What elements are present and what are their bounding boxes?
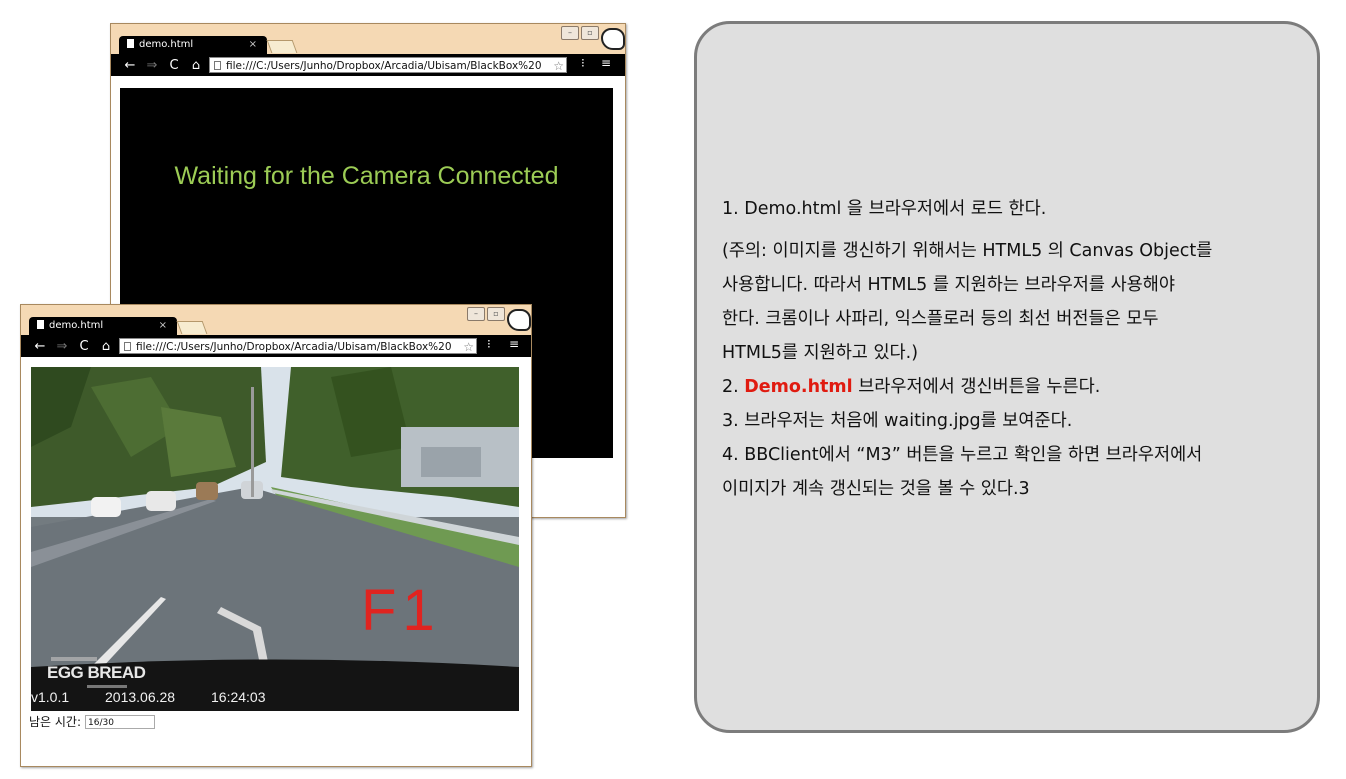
instruction-text: 1. Demo.html 을 브라우저에서 로드 한다. (주의: 이미지를 갱… [722,192,1312,506]
step-3: 3. 브라우저는 처음에 waiting.jpg를 보여준다. [722,411,1073,431]
maximize-button[interactable]: ▫ [581,26,599,40]
maximize-button[interactable]: ▫ [487,307,505,321]
address-bar[interactable]: file:///C:/Users/Junho/Dropbox/Arcadia/U… [119,338,477,354]
new-tab-button[interactable] [266,40,298,53]
camera-image: EGG BREAD F1 v1.0.1 2013.06.28 16:24:03 [31,367,519,711]
address-text: file:///C:/Users/Junho/Dropbox/Arcadia/U… [136,341,452,353]
document-icon [37,320,44,329]
remaining-time-label: 남은 시간: [29,715,82,729]
browser-window-camera: demo.html × – ▫ ← ⇒ C ⌂ file:///C:/Users… [20,304,532,767]
back-icon[interactable]: ← [29,339,51,354]
road-scene [31,367,519,711]
bookmark-star-icon[interactable]: ☆ [551,58,564,72]
date-label: 2013.06.28 [105,689,176,705]
browser-toolbar: ← ⇒ C ⌂ file:///C:/Users/Junho/Dropbox/A… [21,335,531,357]
remaining-time: 남은 시간: 16/30 [29,713,156,730]
step-2-prefix: 2. [722,377,745,397]
minimize-button[interactable]: – [561,26,579,40]
tab-strip: demo.html × – ▫ [111,24,625,54]
waiting-message: Waiting for the Camera Connected [174,162,559,190]
note-line-3: 한다. 크롬이나 사파리, 익스플로러 등의 최선 버전들은 모두 [722,309,1159,329]
tab-close-icon[interactable]: × [159,317,167,335]
menu-icon[interactable]: ≡ [601,56,611,70]
tab-demo-html[interactable]: demo.html × [119,36,267,54]
f1-overlay: F1 [361,578,441,643]
instruction-panel: 1. Demo.html 을 브라우저에서 로드 한다. (주의: 이미지를 갱… [694,21,1320,733]
page-icon [124,342,131,351]
note-line-4: HTML5를 지원하고 있다.) [722,343,919,363]
window-controls: – ▫ [559,26,599,40]
bookmark-star-icon[interactable]: ☆ [461,339,474,353]
tab-close-icon[interactable]: × [249,36,257,54]
page-content: EGG BREAD F1 v1.0.1 2013.06.28 16:24:03 … [21,357,531,766]
step-2-highlight: Demo.html [744,377,853,397]
browser-toolbar: ← ⇒ C ⌂ file:///C:/Users/Junho/Dropbox/A… [111,54,625,76]
back-icon[interactable]: ← [119,58,141,73]
note-line-1: (주의: 이미지를 갱신하기 위해서는 HTML5 의 Canvas Objec… [722,241,1213,261]
step-4-line-1: 4. BBClient에서 “M3” 버튼을 누르고 확인을 하면 브라우저에서 [722,445,1203,465]
extension-icon[interactable]: ⁝ [581,56,585,70]
tab-strip: demo.html × – ▫ [21,305,531,335]
address-text: file:///C:/Users/Junho/Dropbox/Arcadia/U… [226,60,542,72]
brand-subtext [51,657,97,661]
brand-tagline [87,685,127,688]
extension-icon[interactable]: ⁝ [487,337,491,351]
forward-icon[interactable]: ⇒ [141,58,163,73]
new-tab-button[interactable] [176,321,208,334]
time-label: 16:24:03 [211,689,266,705]
version-label: v1.0.1 [31,689,70,705]
close-window-icon[interactable] [507,309,531,331]
reload-icon[interactable]: C [73,339,95,354]
menu-icon[interactable]: ≡ [509,337,519,351]
forward-icon[interactable]: ⇒ [51,339,73,354]
home-icon[interactable]: ⌂ [185,58,207,73]
minimize-button[interactable]: – [467,307,485,321]
step-1: 1. Demo.html 을 브라우저에서 로드 한다. [722,199,1047,219]
remaining-time-field[interactable]: 16/30 [85,714,156,729]
step-2-suffix: 브라우저에서 갱신버튼을 누른다. [852,377,1101,397]
brand-logo: EGG BREAD [47,663,146,682]
step-4-line-2: 이미지가 계속 갱신되는 것을 볼 수 있다.3 [722,479,1030,499]
tab-title: demo.html [49,320,104,331]
document-icon [127,39,134,48]
page-icon [214,61,221,70]
reload-icon[interactable]: C [163,58,185,73]
note-line-2: 사용합니다. 따라서 HTML5 를 지원하는 브라우저를 사용해야 [722,275,1175,295]
close-window-icon[interactable] [601,28,625,50]
address-bar[interactable]: file:///C:/Users/Junho/Dropbox/Arcadia/U… [209,57,567,73]
window-controls: – ▫ [465,307,505,321]
home-icon[interactable]: ⌂ [95,339,117,354]
step-2: 2. Demo.html 브라우저에서 갱신버튼을 누른다. [722,370,1312,404]
tab-demo-html[interactable]: demo.html × [29,317,177,335]
tab-title: demo.html [139,39,194,50]
